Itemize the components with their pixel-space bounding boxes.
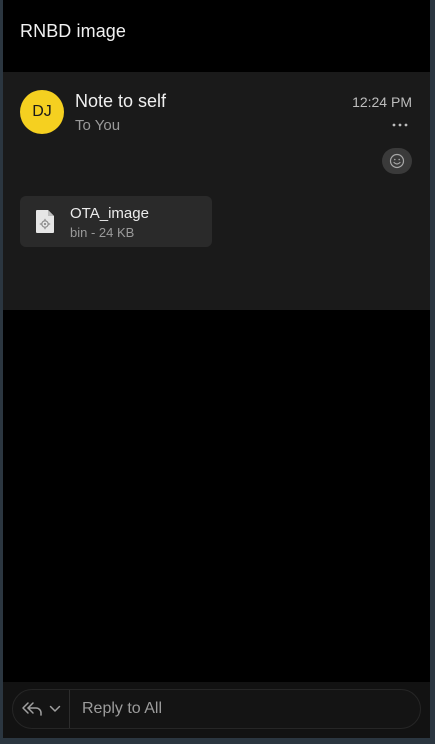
app-window: RNBD image DJ Note to self To You 12:24 … [3, 0, 430, 738]
recipient-label[interactable]: To You [75, 117, 120, 134]
attachment-meta: bin - 24 KB [70, 225, 135, 240]
reply-all-button[interactable]: Reply to All [82, 700, 162, 718]
more-options-button[interactable] [390, 116, 410, 134]
avatar[interactable]: DJ [20, 90, 64, 134]
avatar-initials: DJ [32, 103, 52, 120]
more-horizontal-icon [392, 123, 408, 127]
page-title: RNBD image [20, 21, 127, 41]
sender-name: Note to self [75, 91, 167, 111]
file-settings-icon [36, 210, 54, 233]
message-time: 12:24 PM [352, 94, 412, 110]
chevron-down-icon [49, 705, 61, 712]
smiley-icon [389, 153, 405, 169]
add-reaction-button[interactable] [382, 148, 412, 174]
reply-bar: Reply to All [12, 689, 421, 729]
reply-all-icon [22, 702, 42, 716]
message-card: DJ Note to self To You 12:24 PM OTA_imag… [3, 72, 430, 310]
attachment-name: OTA_image [70, 205, 149, 222]
attachment-card[interactable]: OTA_image bin - 24 KB [20, 196, 212, 247]
reply-footer: Reply to All [3, 682, 430, 738]
reply-mode-selector[interactable] [13, 690, 70, 728]
header: RNBD image [3, 0, 430, 72]
